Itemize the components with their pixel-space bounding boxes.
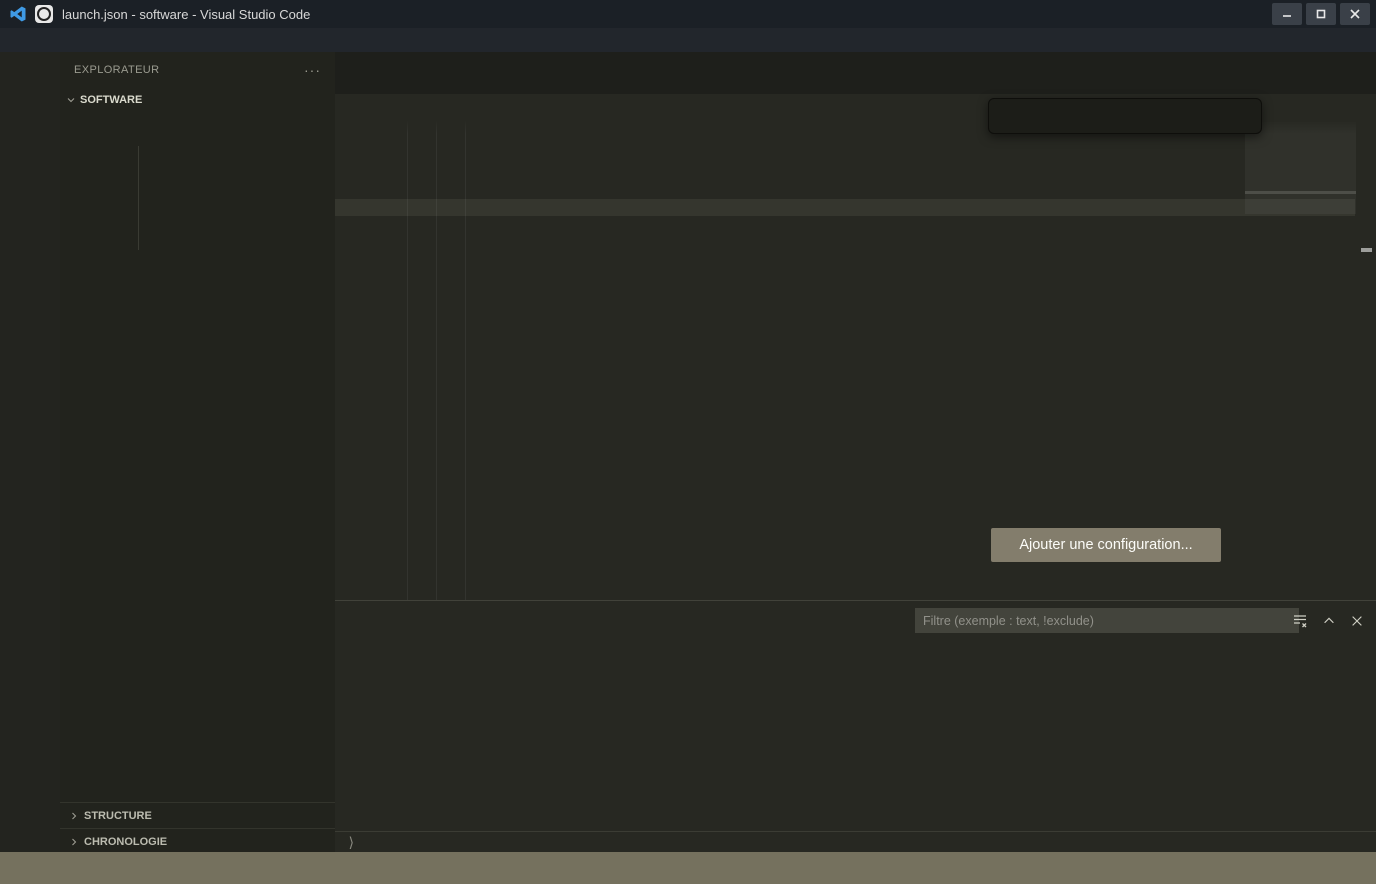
console-prompt: ⟩ — [347, 835, 355, 851]
title-bar: launch.json - software - Visual Studio C… — [0, 0, 1376, 28]
chevron-right-icon — [60, 836, 84, 848]
chevron-down-icon — [62, 94, 80, 106]
outline-section-label: STRUCTURE — [84, 810, 152, 822]
tree-indent-guide — [138, 146, 139, 250]
debug-toolbar — [988, 98, 1262, 134]
explorer-more-actions-icon[interactable]: ··· — [304, 62, 321, 78]
app-badge-icon — [35, 5, 53, 23]
debug-console-output[interactable] — [335, 639, 1376, 839]
window-title: launch.json - software - Visual Studio C… — [62, 7, 310, 22]
editor-group: Ajouter une configuration... — [335, 52, 1376, 600]
explorer-sidebar: EXPLORATEUR ··· SOFTWARE STRUCTURE CHRON… — [60, 52, 336, 852]
timeline-section-label: CHRONOLOGIE — [84, 836, 167, 848]
workspace-section-header[interactable]: SOFTWARE — [60, 88, 335, 112]
bottom-panel: ⟩ — [335, 600, 1376, 853]
scrollbar-marker[interactable] — [1361, 248, 1372, 252]
debug-console-filter-input[interactable] — [915, 608, 1299, 633]
chevron-right-icon — [60, 810, 84, 822]
close-button[interactable] — [1340, 3, 1370, 25]
menu-bar — [0, 28, 1376, 52]
workspace-section-label: SOFTWARE — [80, 94, 142, 106]
activity-bar — [0, 52, 60, 852]
status-bar — [0, 852, 1376, 884]
timeline-section[interactable]: CHRONOLOGIE — [60, 828, 335, 855]
add-configuration-button[interactable]: Ajouter une configuration... — [991, 528, 1221, 562]
close-panel-icon[interactable] — [1350, 614, 1364, 628]
current-line-highlight — [335, 199, 1355, 216]
minimize-button[interactable] — [1272, 3, 1302, 25]
clear-console-icon[interactable] — [1292, 613, 1308, 629]
debug-console-input[interactable]: ⟩ — [335, 831, 1376, 853]
minimap[interactable] — [1245, 121, 1356, 600]
explorer-title: EXPLORATEUR — [74, 64, 160, 76]
maximize-button[interactable] — [1306, 3, 1336, 25]
tab-bar — [335, 52, 1376, 94]
outline-section[interactable]: STRUCTURE — [60, 802, 335, 829]
vscode-logo-icon — [9, 5, 27, 23]
maximize-panel-icon[interactable] — [1322, 614, 1336, 628]
vscode-window: launch.json - software - Visual Studio C… — [0, 0, 1376, 884]
